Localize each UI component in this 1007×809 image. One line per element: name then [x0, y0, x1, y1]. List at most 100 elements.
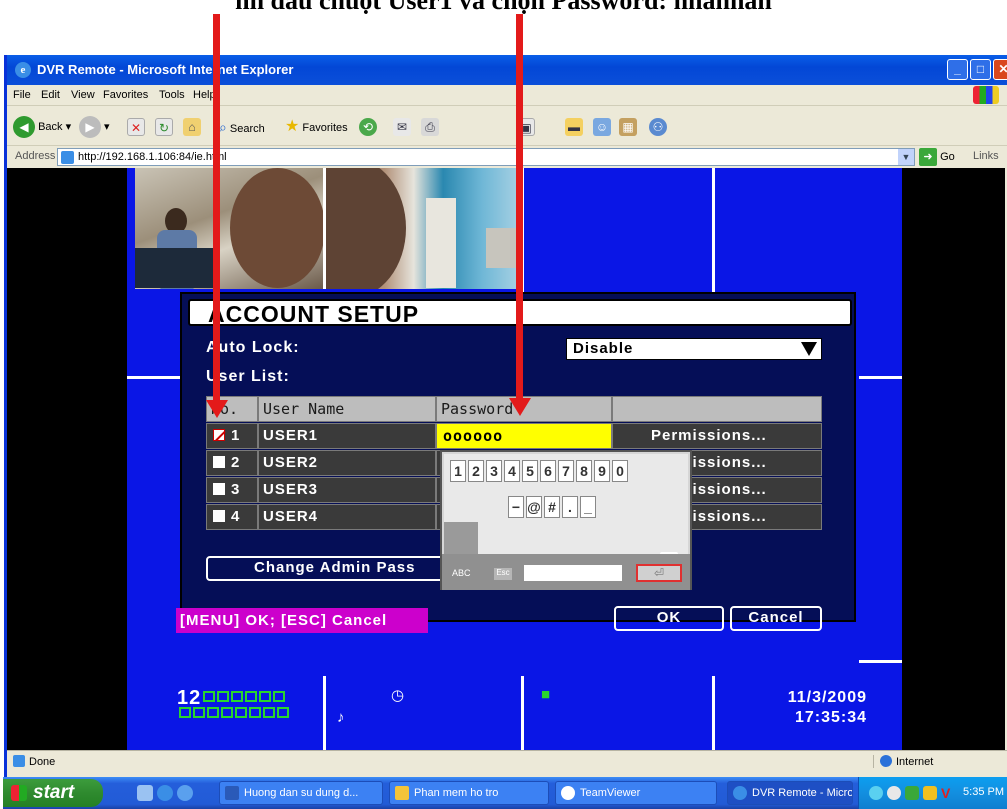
star-icon: ★ [285, 118, 300, 135]
cancel-button[interactable]: Cancel [730, 606, 822, 631]
task-teamviewer[interactable]: TeamViewer [555, 781, 717, 805]
go-arrow-icon: ➜ [919, 148, 937, 166]
key-dot[interactable]: . [562, 496, 578, 518]
task-label: Huong dan su dung d... [244, 787, 359, 799]
change-admin-password-button[interactable]: Change Admin Pass [206, 556, 466, 581]
row-no: 1 [231, 427, 241, 444]
menu-tools[interactable]: Tools [159, 89, 185, 101]
permissions-button[interactable]: Permissions... [612, 423, 822, 449]
refresh-icon[interactable]: ↻ [155, 118, 173, 136]
auto-lock-label: Auto Lock: [206, 339, 300, 356]
row-username[interactable]: USER3 [258, 477, 436, 503]
favorites-button[interactable]: ★ Favorites [285, 116, 348, 138]
forward-button[interactable]: ▶ ▾ [79, 116, 110, 139]
back-button[interactable]: ◀ Back ▾ [13, 116, 71, 139]
tray-clock: 5:35 PM [963, 786, 1004, 798]
grid-line [127, 376, 185, 379]
menu-bar: File Edit View Favorites Tools Help [7, 85, 1007, 105]
key-hash[interactable]: # [544, 496, 560, 518]
zone-label: Internet [896, 756, 934, 768]
row-username[interactable]: USER2 [258, 450, 436, 476]
address-dropdown-icon[interactable]: ▼ [898, 149, 914, 165]
channel-box [249, 707, 261, 718]
title-bar[interactable]: e DVR Remote - Microsoft Internet Explor… [7, 55, 1007, 85]
browser-toolbar: ◀ Back ▾ ▶ ▾ ✕ ↻ ⌂ ⌕ Search ★ Favorites … [7, 105, 1007, 145]
history-icon[interactable]: ⟲ [359, 118, 377, 136]
row-username[interactable]: USER1 [258, 423, 436, 449]
page-icon [13, 755, 25, 767]
mail-icon[interactable]: ✉ [393, 118, 411, 136]
tray-antivirus-icon[interactable]: V [941, 786, 955, 800]
links-button[interactable]: Links [973, 150, 999, 162]
key-9[interactable]: 9 [594, 460, 610, 482]
row-checkbox[interactable] [213, 429, 225, 441]
folder-icon[interactable]: ▬ [565, 118, 583, 136]
keyboard-input-field[interactable] [524, 565, 622, 581]
home-icon[interactable]: ⌂ [183, 118, 201, 136]
channel-box [259, 691, 271, 702]
windows-logo-icon [973, 86, 999, 104]
auto-lock-select[interactable]: Disable [566, 338, 822, 360]
users-icon[interactable]: ⚇ [649, 118, 667, 136]
ok-button[interactable]: OK [614, 606, 724, 631]
menu-edit[interactable]: Edit [41, 89, 60, 101]
row-checkbox[interactable] [213, 510, 225, 522]
tray-app-icon[interactable] [905, 786, 919, 800]
menu-favorites[interactable]: Favorites [103, 89, 148, 101]
quicklaunch-ie-icon[interactable] [157, 785, 173, 801]
row-checkbox[interactable] [213, 483, 225, 495]
col-permissions-header [612, 396, 822, 422]
address-field[interactable]: http://192.168.1.106:84/ie.html ▼ [57, 148, 915, 166]
table-row[interactable]: 1 USER1 oooooo Permissions... [206, 423, 822, 449]
key-8[interactable]: 8 [576, 460, 592, 482]
enter-key[interactable]: ⏎ [636, 564, 682, 582]
research-icon[interactable]: ▦ [619, 118, 637, 136]
key-5[interactable]: 5 [522, 460, 538, 482]
task-dvr-remote[interactable]: DVR Remote - Micros... [727, 781, 853, 805]
osd-time: 17:35:34 [794, 709, 867, 726]
menu-file[interactable]: File [13, 89, 31, 101]
search-button[interactable]: ⌕ Search [219, 116, 265, 138]
key-4[interactable]: 4 [504, 460, 520, 482]
row-no-cell[interactable]: 4 [206, 504, 258, 530]
tray-back-icon[interactable] [869, 786, 883, 800]
messenger-icon[interactable]: ☺ [593, 118, 611, 136]
go-button[interactable]: ➜ Go [919, 148, 955, 166]
key-0[interactable]: 0 [612, 460, 628, 482]
key-6[interactable]: 6 [540, 460, 556, 482]
tray-network-icon[interactable] [887, 786, 901, 800]
minimize-button[interactable]: _ [947, 59, 968, 80]
abc-key[interactable]: ABC [452, 568, 471, 578]
maximize-button[interactable]: □ [970, 59, 991, 80]
quicklaunch-desktop-icon[interactable] [137, 785, 153, 801]
row-no-cell[interactable]: 3 [206, 477, 258, 503]
key-underscore[interactable]: _ [580, 496, 596, 518]
key-1[interactable]: 1 [450, 460, 466, 482]
menu-view[interactable]: View [71, 89, 95, 101]
start-button[interactable]: start [3, 779, 103, 807]
address-bar: Address http://192.168.1.106:84/ie.html … [7, 145, 1007, 167]
print-icon[interactable]: ⎙ [421, 118, 439, 136]
search-icon: ⌕ [219, 119, 227, 135]
task-phan-mem[interactable]: Phan mem ho tro [389, 781, 549, 805]
quicklaunch-browser-icon[interactable] [177, 785, 193, 801]
esc-key[interactable]: Esc [494, 568, 512, 580]
key-at[interactable]: @ [526, 496, 542, 518]
key-2[interactable]: 2 [468, 460, 484, 482]
row-password-field[interactable]: oooooo [436, 423, 612, 449]
task-huong-dan[interactable]: Huong dan su dung d... [219, 781, 383, 805]
row-no-cell[interactable]: 1 [206, 423, 258, 449]
favorites-label: Favorites [302, 122, 348, 134]
close-button[interactable]: ✕ [993, 59, 1007, 80]
grid-line [712, 676, 715, 750]
stop-icon[interactable]: ✕ [127, 118, 145, 136]
row-username[interactable]: USER4 [258, 504, 436, 530]
page-icon [61, 151, 74, 164]
key-3[interactable]: 3 [486, 460, 502, 482]
tray-shield-icon[interactable] [923, 786, 937, 800]
row-checkbox[interactable] [213, 456, 225, 468]
key-minus[interactable]: − [508, 496, 524, 518]
key-7[interactable]: 7 [558, 460, 574, 482]
row-no-cell[interactable]: 2 [206, 450, 258, 476]
channel-box [231, 691, 243, 702]
